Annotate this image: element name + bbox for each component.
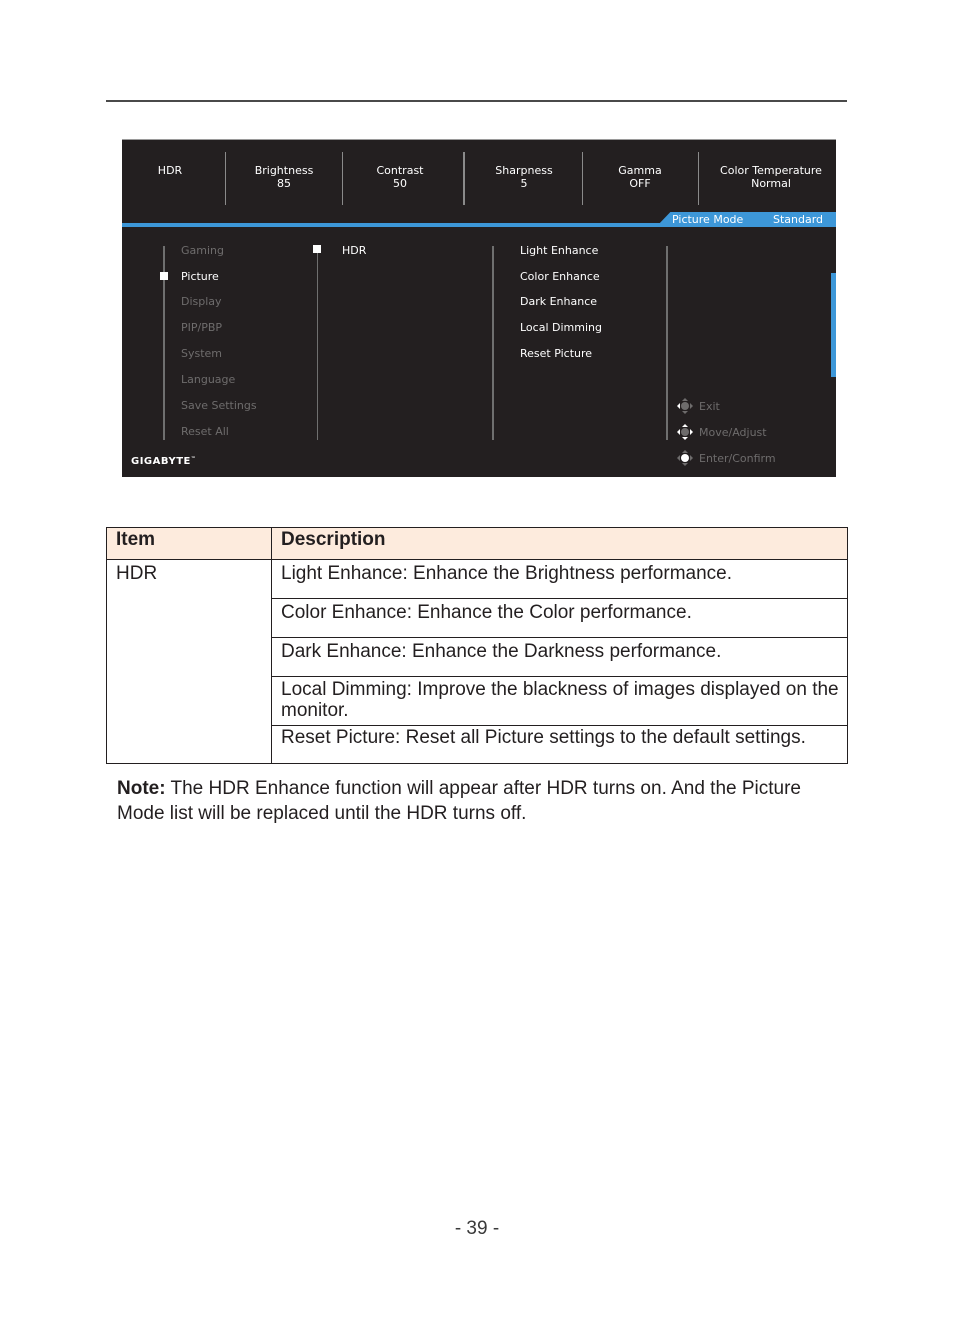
menu-item-reset-all[interactable]: Reset All <box>181 425 229 438</box>
picture-mode-value: Standard <box>773 213 824 226</box>
note-text: The HDR Enhance function will appear aft… <box>117 778 801 824</box>
option-color-enhance[interactable]: Color Enhance <box>520 270 600 283</box>
option-light-enhance[interactable]: Light Enhance <box>520 244 598 257</box>
hint-move-adjust: Move/Adjust <box>676 423 767 441</box>
header-gamma-value: OFF <box>629 177 651 190</box>
value-line <box>666 246 668 440</box>
header-contrast-value: 50 <box>393 177 407 190</box>
description-table: Item Description HDR Light Enhance: Enha… <box>106 527 848 764</box>
header-color-temperature-value: Normal <box>751 177 791 190</box>
hint-exit: Exit <box>676 397 720 415</box>
sub-menu-line <box>317 246 318 440</box>
header-hdr: HDR <box>122 164 218 177</box>
header-gamma-label: Gamma <box>618 164 662 177</box>
header-item: Item <box>106 527 272 560</box>
page-number: - 39 - <box>454 1218 500 1239</box>
option-dark-enhance[interactable]: Dark Enhance <box>520 295 597 308</box>
osd-header-bar: HDR Brightness 85 Contrast 50 Sharpness … <box>122 140 836 222</box>
submenu-item-hdr[interactable]: HDR <box>342 244 366 257</box>
joystick-left-icon <box>676 397 694 415</box>
menu-item-pip-pbp[interactable]: PIP/PBP <box>181 321 222 334</box>
option-reset-picture[interactable]: Reset Picture <box>520 347 592 360</box>
description-cell: Light Enhance: Enhance the Brightness pe… <box>271 559 848 599</box>
header-brightness-label: Brightness <box>254 164 314 177</box>
option-local-dimming[interactable]: Local Dimming <box>520 321 602 334</box>
header-hdr-label: HDR <box>157 164 183 177</box>
header-sharpness-value: 5 <box>520 177 528 190</box>
header-sharpness: Sharpness 5 <box>465 164 583 190</box>
menu-item-picture[interactable]: Picture <box>181 270 219 283</box>
trademark: ™ <box>190 456 197 462</box>
note-paragraph: Note: The HDR Enhance function will appe… <box>117 776 837 826</box>
menu-item-save-settings[interactable]: Save Settings <box>181 399 257 412</box>
picture-mode-label: Picture Mode <box>672 213 744 226</box>
header-description: Description <box>271 527 848 560</box>
osd-screenshot: HDR Brightness 85 Contrast 50 Sharpness … <box>122 139 836 477</box>
hint-exit-label: Exit <box>699 399 720 413</box>
gigabyte-logo: GIGABYTE™ <box>131 456 196 467</box>
table-header-row: Item Description <box>106 527 848 560</box>
header-contrast-label: Contrast <box>376 164 424 177</box>
joystick-press-icon <box>676 449 694 467</box>
joystick-updown-icon <box>676 423 694 441</box>
note-label: Note: <box>117 778 166 799</box>
header-color-temperature: Color Temperature Normal <box>699 164 836 190</box>
description-cell: Color Enhance: Enhance the Color perform… <box>271 598 848 638</box>
description-cell: Dark Enhance: Enhance the Darkness perfo… <box>271 637 848 677</box>
table-row: HDR Light Enhance: Enhance the Brightnes… <box>106 559 848 764</box>
selected-marker <box>313 245 321 253</box>
scrollbar[interactable] <box>831 273 836 377</box>
item-cell: HDR <box>106 559 272 764</box>
menu-item-gaming[interactable]: Gaming <box>181 244 224 257</box>
description-cell: Local Dimming: Improve the blackness of … <box>271 676 848 726</box>
options-line <box>492 246 494 440</box>
menu-item-display[interactable]: Display <box>181 295 222 308</box>
header-rule <box>106 100 847 102</box>
hint-enter-confirm: Enter/Confirm <box>676 449 776 467</box>
header-brightness: Brightness 85 <box>226 164 342 190</box>
header-sharpness-label: Sharpness <box>495 164 553 177</box>
description-cell: Reset Picture: Reset all Picture setting… <box>271 725 848 764</box>
header-gamma: Gamma OFF <box>583 164 697 190</box>
brand-name: GIGABYTE <box>131 456 191 467</box>
menu-item-system[interactable]: System <box>181 347 222 360</box>
header-brightness-value: 85 <box>277 177 291 190</box>
hint-enter-confirm-label: Enter/Confirm <box>699 451 776 465</box>
selected-marker <box>160 272 168 280</box>
header-color-temperature-label: Color Temperature <box>720 164 822 177</box>
header-contrast: Contrast 50 <box>343 164 457 190</box>
hint-move-adjust-label: Move/Adjust <box>699 425 767 439</box>
menu-item-language[interactable]: Language <box>181 373 235 386</box>
